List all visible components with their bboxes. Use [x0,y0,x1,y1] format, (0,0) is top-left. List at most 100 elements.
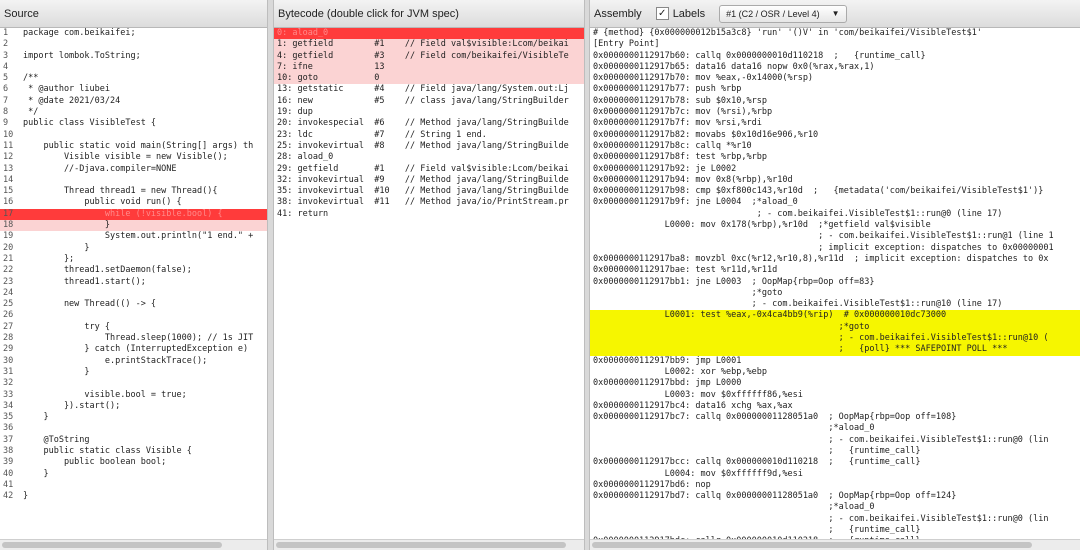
assembly-line[interactable]: 0x0000000112917b70: mov %eax,-0x14000(%r… [590,73,1080,84]
compilation-select[interactable]: #1 (C2 / OSR / Level 4) ▼ [719,4,847,23]
assembly-line[interactable]: 0x0000000112917bae: test %r11d,%r11d [590,265,1080,276]
labels-checkbox-label[interactable]: Labels [673,8,705,20]
assembly-line[interactable]: ; - com.beikaifei.VisibleTest$1::run@1 (… [590,231,1080,242]
bytecode-view[interactable]: 0: aload_0 1: getfield #1 // Field val$vi… [274,28,584,540]
assembly-line[interactable]: L0003: mov $0xffffff86,%esi [590,390,1080,401]
assembly-line[interactable]: 0x0000000112917b7c: mov (%rsi),%rbp [590,107,1080,118]
assembly-line[interactable]: ; - com.beikaifei.VisibleTest$1::run@0 (… [590,514,1080,525]
source-line[interactable]: 11 public static void main(String[] args… [0,141,267,152]
assembly-line[interactable]: ; implicit exception: dispatches to 0x00… [590,243,1080,254]
source-line[interactable]: 38 public static class Visible { [0,446,267,457]
assembly-line[interactable]: 0x0000000112917b60: callq 0x0000000010d1… [590,51,1080,62]
source-line[interactable]: 14 [0,175,267,186]
source-line[interactable]: 9 public class VisibleTest { [0,118,267,129]
assembly-line[interactable]: 0x0000000112917b8f: test %rbp,%rbp [590,152,1080,163]
bytecode-horizontal-scrollbar[interactable] [274,539,584,550]
assembly-line[interactable]: 0x0000000112917b92: je L0002 [590,164,1080,175]
bytecode-line[interactable]: 0: aload_0 [274,28,584,40]
bytecode-line[interactable]: 41: return [274,209,584,220]
source-line[interactable]: 21 }; [0,254,267,265]
source-line[interactable]: 13 //-Djava.compiler=NONE [0,164,267,175]
bytecode-line[interactable]: 28: aload_0 [274,152,584,163]
assembly-horizontal-scrollbar[interactable] [590,539,1080,550]
bytecode-line[interactable]: 35: invokevirtual #10 // Method java/lan… [274,186,584,197]
source-line[interactable]: 30 e.printStackTrace(); [0,356,267,367]
source-line[interactable]: 19 System.out.println("1 end." + [0,231,267,242]
assembly-line[interactable]: 0x0000000112917b98: cmp $0xf800c143,%r10… [590,186,1080,197]
assembly-line[interactable]: 0x0000000112917bc4: data16 xchg %ax,%ax [590,401,1080,412]
assembly-line[interactable]: ; - com.beikaifei.VisibleTest$1::run@10 … [590,299,1080,310]
source-line[interactable]: 40 } [0,469,267,480]
source-line[interactable]: 16 public void run() { [0,197,267,208]
assembly-line[interactable]: 0x0000000112917b8c: callq *%r10 [590,141,1080,152]
bytecode-line[interactable]: 19: dup [274,107,584,118]
bytecode-line[interactable]: 23: ldc #7 // String 1 end. [274,130,584,141]
bytecode-line[interactable]: 16: new #5 // class java/lang/StringBuil… [274,96,584,107]
bytecode-line[interactable]: 20: invokespecial #6 // Method java/lang… [274,118,584,129]
assembly-line[interactable]: 0x0000000112917ba8: movzbl 0xc(%r12,%r10… [590,254,1080,265]
bytecode-line[interactable]: 13: getstatic #4 // Field java/lang/Syst… [274,84,584,95]
source-line[interactable]: 36 [0,423,267,434]
assembly-line[interactable]: 0x0000000112917bcc: callq 0x000000010d11… [590,457,1080,468]
source-line[interactable]: 6 * @author liubei [0,84,267,95]
source-line[interactable]: 18 } [0,220,267,232]
bytecode-line[interactable]: 32: invokevirtual #9 // Method java/lang… [274,175,584,186]
source-horizontal-scrollbar[interactable] [0,539,267,550]
source-line[interactable]: 25 new Thread(() -> { [0,299,267,310]
assembly-line[interactable]: 0x0000000112917b9f: jne L0004 ;*aload_0 [590,197,1080,208]
source-line[interactable]: 1 package com.beikaifei; [0,28,267,39]
assembly-line[interactable]: L0001: test %eax,-0x4ca4bb9(%rip) # 0x00… [590,310,1080,322]
source-line[interactable]: 39 public boolean bool; [0,457,267,468]
assembly-line[interactable]: ; {runtime_call} [590,446,1080,457]
source-line[interactable]: 5 /** [0,73,267,84]
assembly-line[interactable]: ;*aload_0 [590,423,1080,434]
bytecode-line[interactable]: 1: getfield #1 // Field val$visible:Lcom… [274,39,584,51]
assembly-line[interactable]: 0x0000000112917bbd: jmp L0000 [590,378,1080,389]
source-line[interactable]: 31 } [0,367,267,378]
source-line[interactable]: 34 }).start(); [0,401,267,412]
source-line[interactable]: 15 Thread thread1 = new Thread(){ [0,186,267,197]
assembly-line[interactable]: # {method} {0x000000012b15a3c8} 'run' '(… [590,28,1080,39]
assembly-line[interactable]: L0004: mov $0xffffff9d,%esi [590,469,1080,480]
source-line[interactable]: 20 } [0,243,267,254]
source-line[interactable]: 12 Visible visible = new Visible(); [0,152,267,163]
scrollbar-thumb[interactable] [276,542,566,548]
assembly-line[interactable]: ; {poll} *** SAFEPOINT POLL *** [590,344,1080,356]
source-line[interactable]: 7 * @date 2021/03/24 [0,96,267,107]
source-line[interactable]: 23 thread1.start(); [0,277,267,288]
assembly-line[interactable]: 0x0000000112917b82: movabs $0x10d16e906,… [590,130,1080,141]
assembly-line[interactable]: 0x0000000112917bc7: callq 0x000000011280… [590,412,1080,423]
assembly-line[interactable]: ; - com.beikaifei.VisibleTest$1::run@0 (… [590,209,1080,220]
source-line[interactable]: 8 */ [0,107,267,118]
assembly-line[interactable]: 0x0000000112917b94: mov 0x8(%rbp),%r10d [590,175,1080,186]
bytecode-line[interactable]: 25: invokevirtual #8 // Method java/lang… [274,141,584,152]
source-line[interactable]: 42} [0,491,267,502]
assembly-line[interactable]: ; - com.beikaifei.VisibleTest$1::run@10 … [590,333,1080,345]
bytecode-line[interactable]: 7: ifne 13 [274,61,584,74]
assembly-line[interactable]: ;*aload_0 [590,502,1080,513]
assembly-line[interactable]: L0000: mov 0x178(%rbp),%r10d ;*getfield … [590,220,1080,231]
bytecode-line[interactable]: 38: invokevirtual #11 // Method java/io/… [274,197,584,208]
source-line[interactable]: 35 } [0,412,267,423]
assembly-line[interactable]: 0x0000000112917b78: sub $0x10,%rsp [590,96,1080,107]
assembly-line[interactable]: ; {runtime_call} [590,525,1080,536]
source-line[interactable]: 33 visible.bool = true; [0,390,267,401]
assembly-line[interactable]: 0x0000000112917bd6: nop [590,480,1080,491]
scrollbar-thumb[interactable] [592,542,1032,548]
assembly-line[interactable]: ;*goto [590,288,1080,299]
source-line[interactable]: 10 [0,130,267,141]
assembly-view[interactable]: # {method} {0x000000012b15a3c8} 'run' '(… [590,28,1080,540]
source-line[interactable]: 37 @ToString [0,435,267,446]
source-line[interactable]: 26 [0,310,267,321]
bytecode-line[interactable]: 29: getfield #1 // Field val$visible:Lco… [274,164,584,175]
assembly-line[interactable]: [Entry Point] [590,39,1080,50]
assembly-line[interactable]: 0x0000000112917bb1: jne L0003 ; OopMap{r… [590,277,1080,288]
source-line[interactable]: 22 thread1.setDaemon(false); [0,265,267,276]
source-line[interactable]: 17 while (!visible.bool) { [0,208,267,221]
source-line[interactable]: 24 [0,288,267,299]
source-line[interactable]: 29 } catch (InterruptedException e) [0,344,267,355]
assembly-line[interactable]: 0x0000000112917b7f: mov %rsi,%rdi [590,118,1080,129]
bytecode-line[interactable]: 4: getfield #3 // Field com/beikaifei/Vi… [274,50,584,62]
scrollbar-thumb[interactable] [2,542,222,548]
source-code-view[interactable]: 1 package com.beikaifei; 2 3 import lombok.T… [0,28,267,540]
